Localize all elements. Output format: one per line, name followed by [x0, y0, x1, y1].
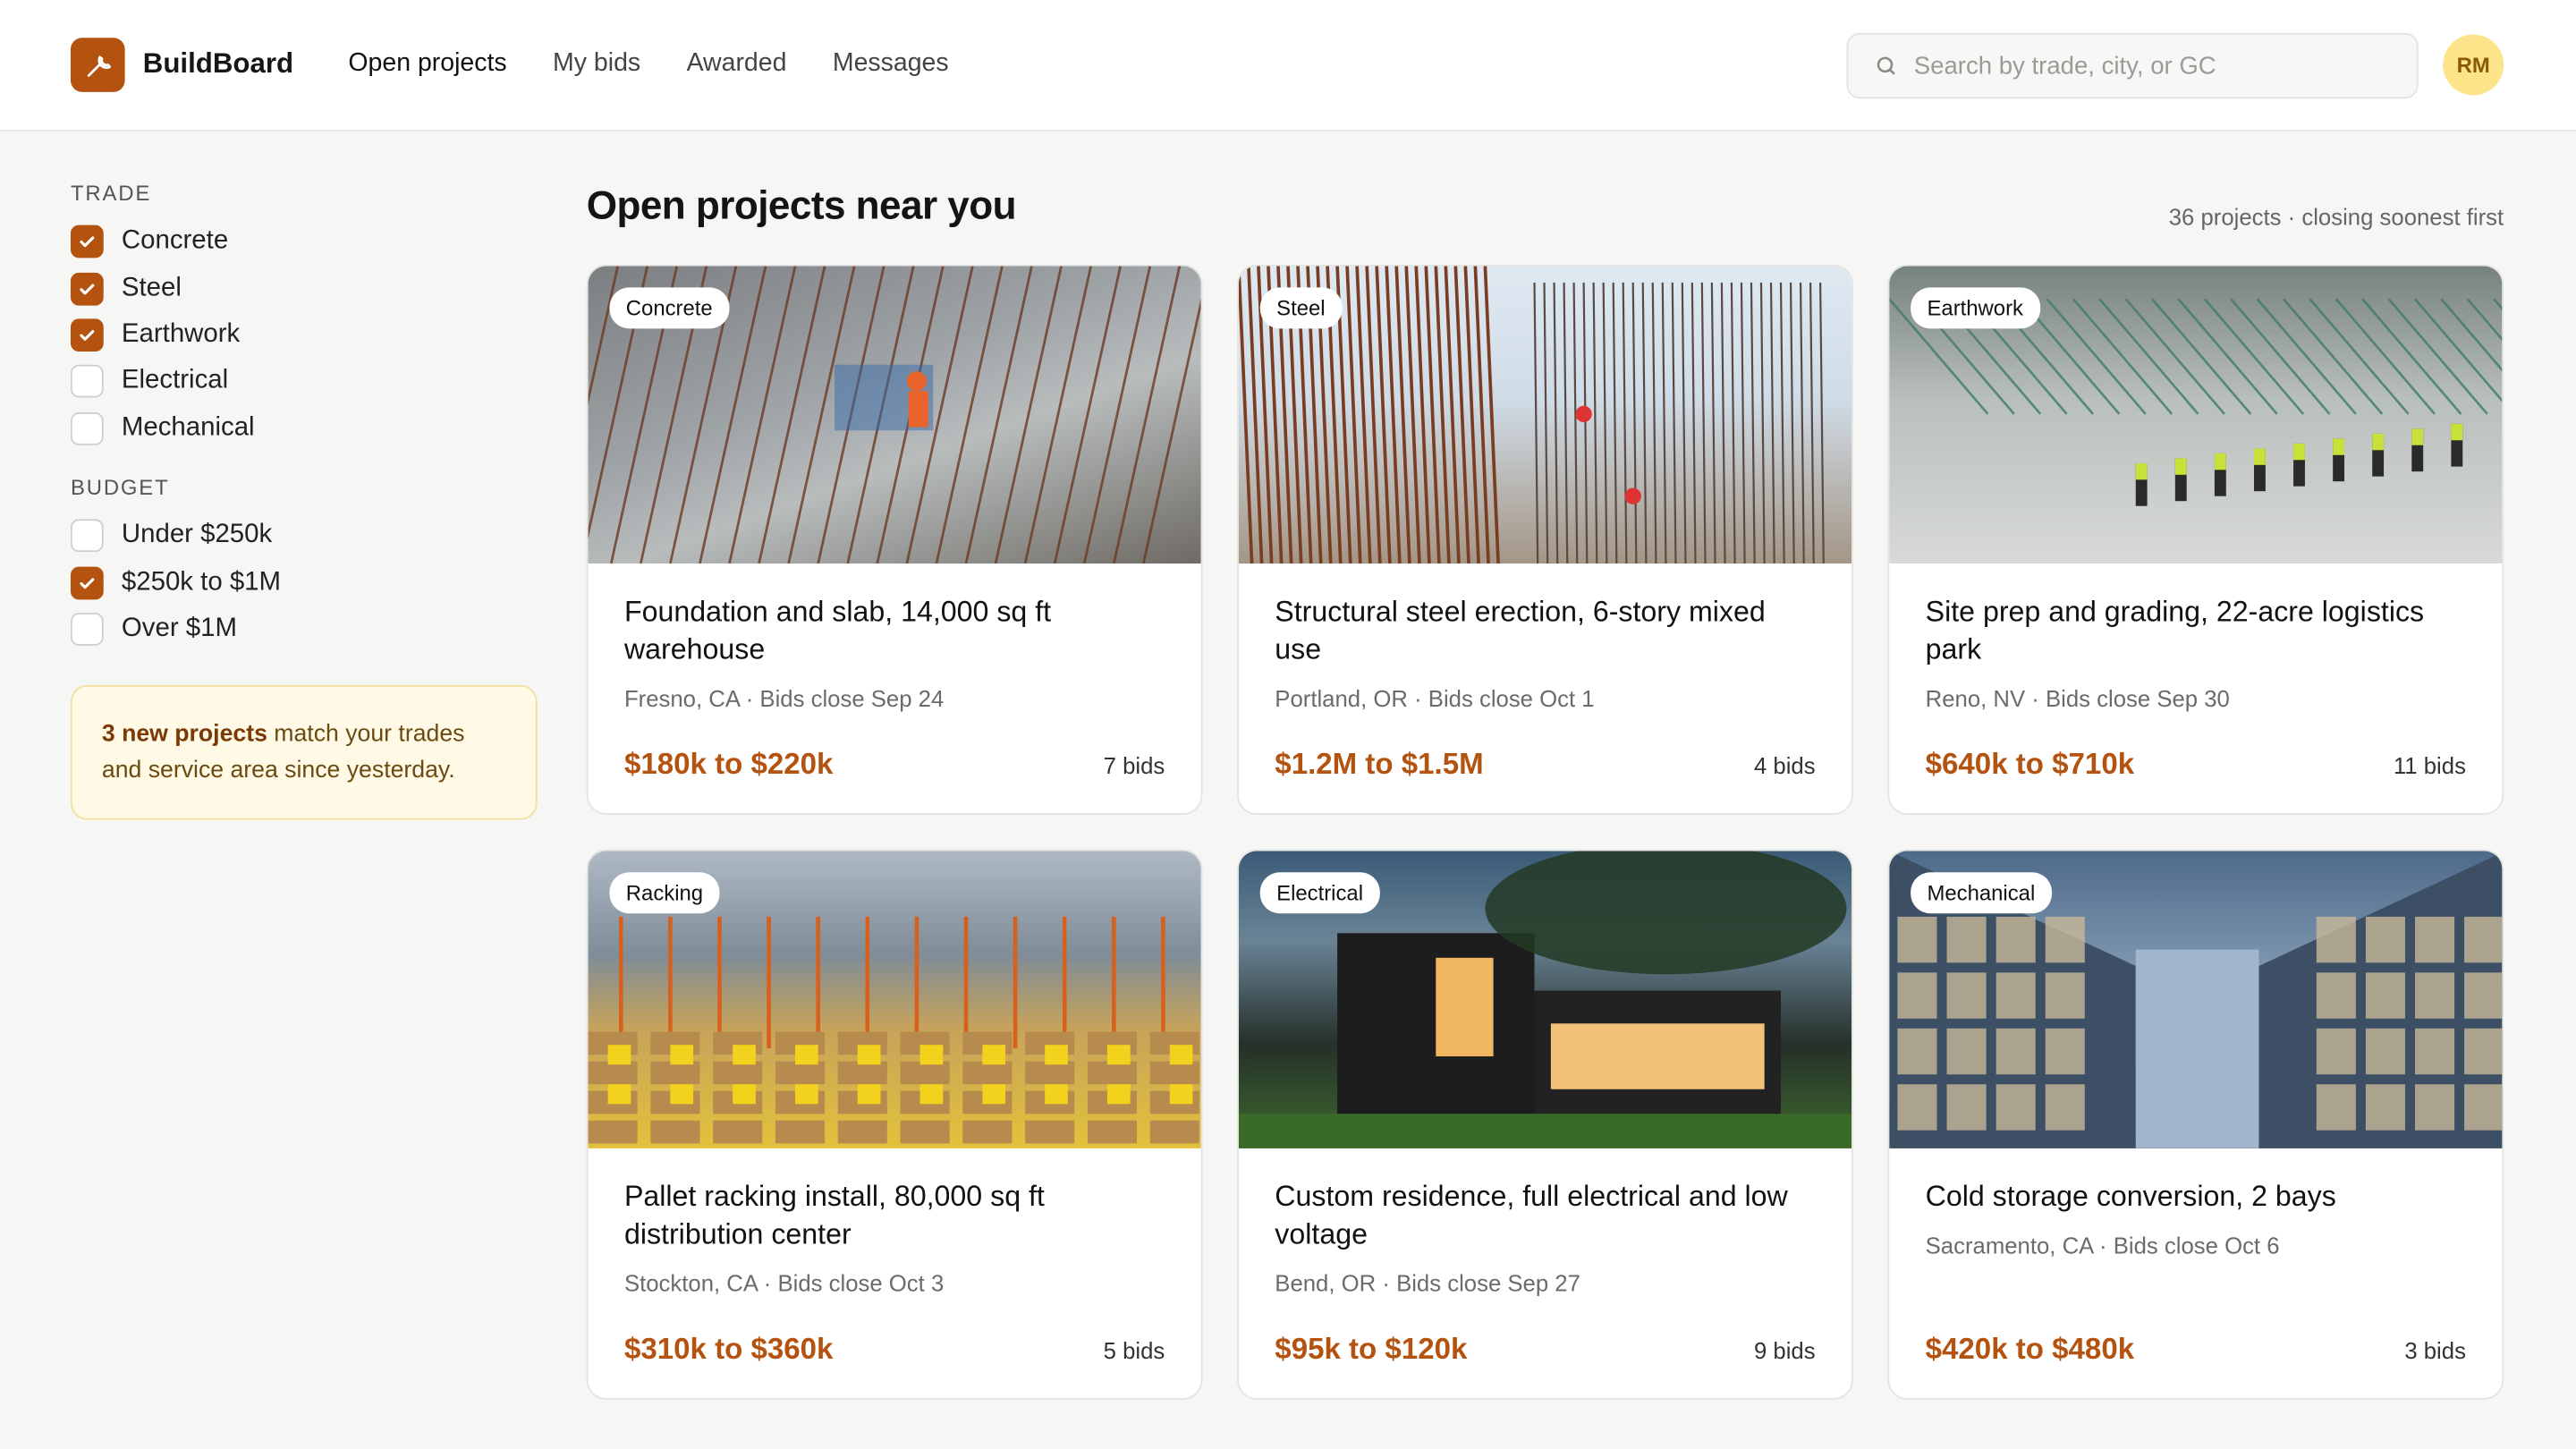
project-card[interactable]: Electrical Custom residence, full electr…: [1237, 849, 1853, 1400]
bid-count: 3 bids: [2404, 1337, 2466, 1364]
checkbox[interactable]: [70, 272, 104, 305]
search-box[interactable]: [1846, 32, 2419, 99]
project-location: Stockton, CA · Bids close Oct 3: [623, 1269, 945, 1297]
bid-count: 11 bids: [2393, 752, 2466, 779]
project-card[interactable]: Steel Structural steel erection, 6-story…: [1237, 264, 1853, 816]
avatar[interactable]: RM: [2443, 34, 2504, 96]
checkbox-label: Mechanical: [121, 413, 255, 442]
project-location: Bend, OR · Bids close Sep 27: [1275, 1269, 1580, 1297]
trade-filter-list: Concrete Steel Earthwork Electrical Mechanic…: [70, 218, 538, 452]
project-card[interactable]: Concrete Foundation and slab, 14,000 sq …: [586, 264, 1203, 816]
budget-range: $310k to $360k: [623, 1332, 834, 1366]
project-title[interactable]: Site prep and grading, 22-acre logistics…: [1926, 593, 2466, 668]
new-projects-notice: 3 new projects match your trades and ser…: [70, 685, 538, 820]
checkbox[interactable]: [70, 612, 104, 646]
checkbox[interactable]: [70, 411, 104, 445]
budget-range: $640k to $710k: [1925, 747, 2135, 781]
budget-filter-title: BUDGET: [70, 474, 170, 500]
project-location: Reno, NV · Bids close Sep 30: [1925, 684, 2230, 712]
nav-open-projects[interactable]: Open projects: [348, 49, 506, 79]
project-card[interactable]: Mechanical Cold storage conversion, 2 ba…: [1887, 849, 2504, 1400]
trade-option[interactable]: Earthwork: [70, 312, 538, 359]
project-location: Fresno, CA · Bids close Sep 24: [623, 684, 945, 712]
project-card-body: Cold storage conversion, 2 bays Sacramen…: [1889, 1148, 2502, 1398]
project-title[interactable]: Structural steel erection, 6-story mixed…: [1275, 593, 1815, 668]
budget-range: $95k to $120k: [1275, 1332, 1468, 1366]
trade-badge: Electrical: [1259, 872, 1380, 914]
project-card-body: Custom residence, full electrical and lo…: [1239, 1148, 1852, 1398]
project-card-body: Pallet racking install, 80,000 sq ft dis…: [589, 1148, 1201, 1398]
trade-badge: Mechanical: [1911, 872, 2052, 914]
checkbox[interactable]: [70, 519, 104, 553]
project-card-body: Structural steel erection, 6-story mixed…: [1239, 564, 1852, 813]
project-image: Electrical: [1238, 851, 1852, 1148]
search-icon: [1877, 56, 1895, 75]
trade-badge: Earthwork: [1911, 287, 2040, 329]
checkmark-icon: [80, 236, 95, 248]
filter-sidebar: TRADE Concrete Steel Earthwork Electrical Me…: [70, 181, 538, 820]
project-card[interactable]: Earthwork Site prep and grading, 22-acre…: [1887, 264, 2504, 816]
nav-awarded[interactable]: Awarded: [687, 49, 787, 79]
project-location: Portland, OR · Bids close Oct 1: [1275, 684, 1595, 712]
checkbox-label: Electrical: [121, 367, 229, 395]
project-card-body: Foundation and slab, 14,000 sq ft wareho…: [589, 564, 1201, 813]
project-title[interactable]: Custom residence, full electrical and lo…: [1275, 1178, 1815, 1253]
checkbox[interactable]: [70, 365, 104, 399]
trade-option[interactable]: Mechanical: [70, 405, 538, 452]
budget-range: $180k to $220k: [623, 747, 834, 781]
checkbox[interactable]: [70, 318, 104, 352]
project-title[interactable]: Cold storage conversion, 2 bays: [1926, 1178, 2466, 1216]
trade-option[interactable]: Concrete: [70, 218, 538, 265]
checkmark-icon: [80, 283, 95, 294]
budget-option[interactable]: $250k to $1M: [70, 559, 538, 606]
project-card-body: Site prep and grading, 22-acre logistics…: [1889, 564, 2502, 813]
bid-count: 4 bids: [1753, 752, 1816, 779]
checkbox-label: Steel: [121, 273, 182, 302]
results-meta: 36 projects · closing soonest first: [2168, 203, 2504, 231]
top-bar: BuildBoard Open projects My bids Awarded…: [0, 0, 2576, 131]
trade-option[interactable]: Steel: [70, 265, 538, 311]
checkbox-label: Concrete: [121, 226, 229, 256]
checkbox-label: $250k to $1M: [121, 567, 281, 596]
trade-badge: Steel: [1259, 287, 1342, 329]
project-grid: Concrete Foundation and slab, 14,000 sq …: [586, 264, 2504, 1400]
nav-messages[interactable]: Messages: [833, 49, 949, 79]
bid-count: 5 bids: [1103, 1337, 1165, 1364]
checkbox[interactable]: [70, 565, 104, 599]
budget-option[interactable]: Over $1M: [70, 606, 538, 652]
budget-range: $420k to $480k: [1925, 1332, 2135, 1366]
trade-filter-title: TRADE: [70, 181, 152, 206]
checkbox-label: Under $250k: [121, 521, 273, 549]
budget-option[interactable]: Under $250k: [70, 513, 538, 559]
trade-badge: Concrete: [609, 287, 730, 329]
notice-count: 3 new projects: [101, 721, 267, 748]
project-image: Steel: [1238, 266, 1852, 564]
checkbox-label: Over $1M: [121, 614, 237, 643]
checkmark-icon: [80, 329, 95, 341]
project-image: Earthwork: [1889, 266, 2503, 564]
budget-range: $1.2M to $1.5M: [1275, 747, 1484, 781]
brand-name[interactable]: BuildBoard: [143, 47, 293, 80]
checkmark-icon: [80, 577, 95, 589]
wrench-icon: [86, 55, 111, 76]
trade-badge: Racking: [609, 872, 720, 914]
budget-filter-list: Under $250k $250k to $1M Over $1M: [70, 513, 538, 652]
bid-count: 7 bids: [1103, 752, 1165, 779]
logo[interactable]: [70, 38, 125, 92]
project-card[interactable]: Racking Pallet racking install, 80,000 s…: [586, 849, 1203, 1400]
project-image: Racking: [588, 851, 1201, 1148]
project-image: Mechanical: [1889, 851, 2503, 1148]
main-nav: Open projects My bids Awarded Messages: [348, 49, 948, 79]
checkbox[interactable]: [70, 225, 104, 258]
project-location: Sacramento, CA · Bids close Oct 6: [1925, 1232, 2280, 1258]
nav-my-bids[interactable]: My bids: [553, 49, 640, 79]
trade-option[interactable]: Electrical: [70, 359, 538, 405]
project-list: Open projects near you 36 projects · clo…: [586, 184, 2504, 1400]
project-title[interactable]: Foundation and slab, 14,000 sq ft wareho…: [624, 593, 1165, 668]
project-image: Concrete: [588, 266, 1201, 564]
bid-count: 9 bids: [1753, 1337, 1816, 1364]
checkbox-label: Earthwork: [121, 320, 241, 349]
search-input[interactable]: [1913, 51, 2391, 80]
project-title[interactable]: Pallet racking install, 80,000 sq ft dis…: [624, 1178, 1165, 1253]
